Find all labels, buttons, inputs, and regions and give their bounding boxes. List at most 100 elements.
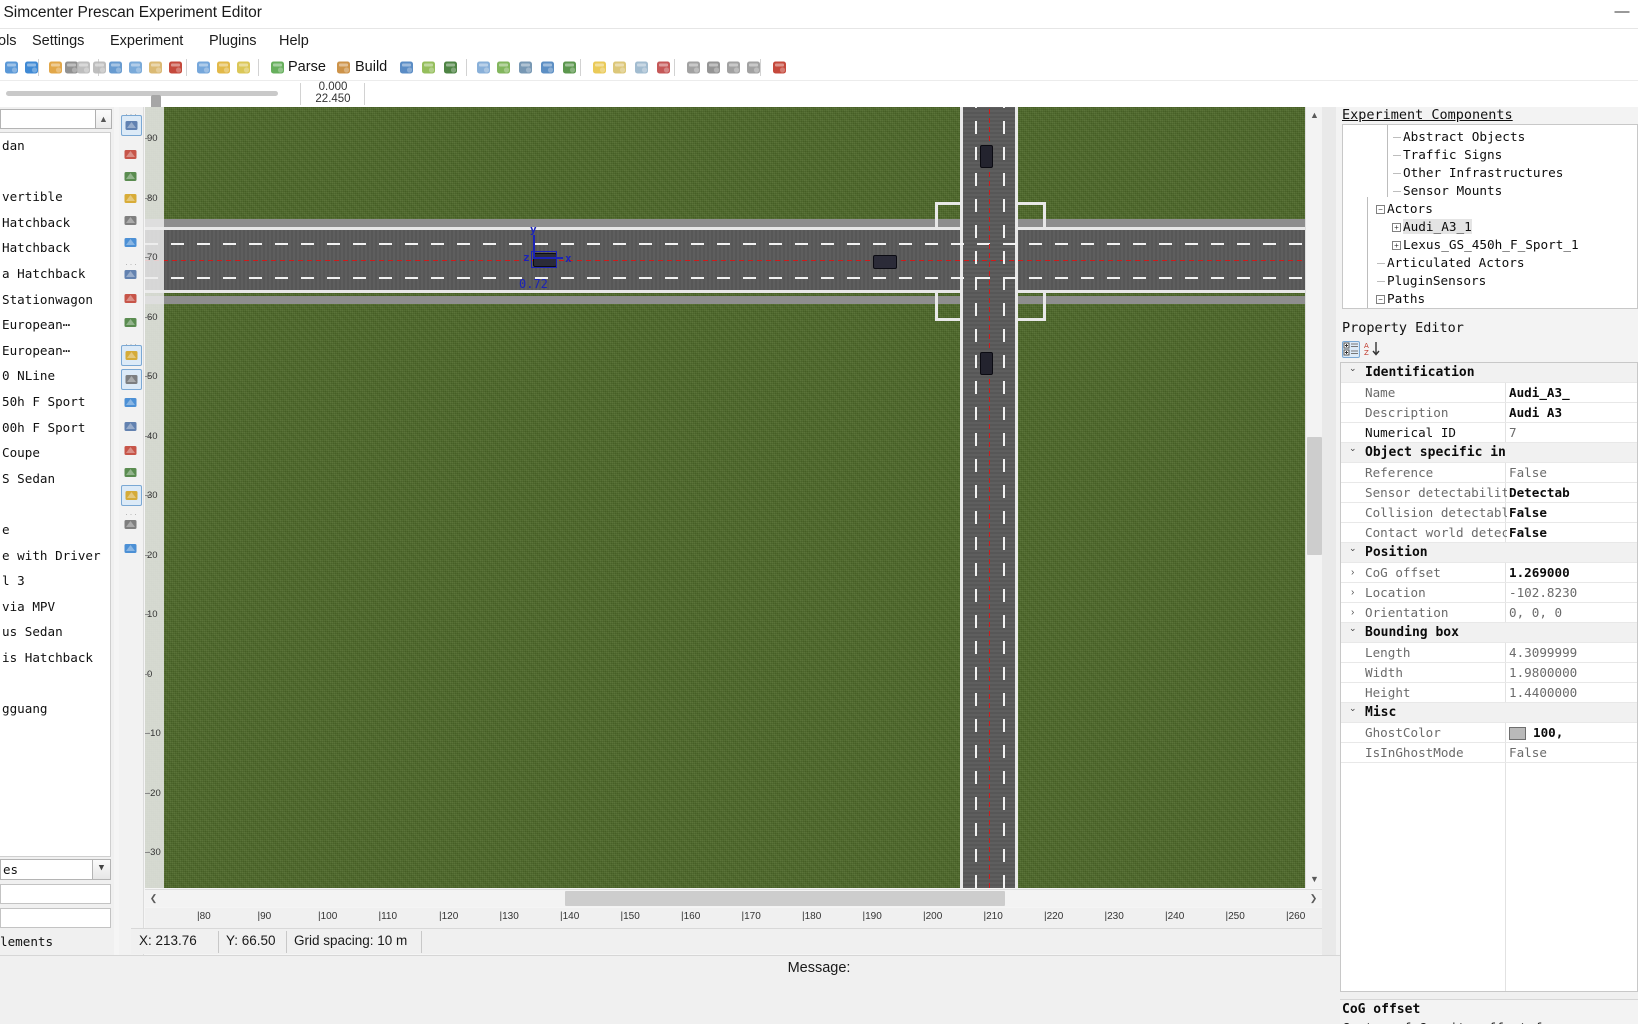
- library-scroll-up-button[interactable]: ▲: [95, 109, 112, 129]
- shield-icon[interactable]: [704, 58, 723, 77]
- property-value[interactable]: False: [1509, 505, 1637, 520]
- property-value[interactable]: -102.8230: [1509, 585, 1637, 600]
- menu-item-experiment[interactable]: Experiment: [106, 32, 187, 50]
- property-value[interactable]: False: [1509, 465, 1637, 480]
- vertical-scroll-thumb[interactable]: [1307, 437, 1322, 555]
- library-list-item[interactable]: a Hatchback: [0, 261, 110, 287]
- property-row[interactable]: Collision detectabl False: [1341, 503, 1637, 523]
- menu-item-help[interactable]: Help: [275, 32, 313, 50]
- delete-icon[interactable]: [166, 58, 185, 77]
- chevron-down-icon[interactable]: ⌄: [1349, 443, 1359, 453]
- tree-node-lexus-gs-450h-f-sport-1[interactable]: Lexus_GS_450h_F_Sport_1: [1403, 237, 1579, 252]
- viewport-horizontal-scrollbar[interactable]: ❮ ❯: [145, 889, 1322, 907]
- minimize-button[interactable]: —: [1610, 4, 1634, 24]
- paste-icon[interactable]: [146, 58, 165, 77]
- property-grid[interactable]: ⌄ Identification Name Audi_A3_ Description Au…: [1340, 362, 1638, 992]
- help-icon[interactable]: [22, 58, 41, 77]
- scroll-up-icon[interactable]: ▲: [1306, 107, 1323, 124]
- property-value[interactable]: 4.3099999: [1509, 645, 1637, 660]
- menu-item-plugins[interactable]: Plugins: [205, 32, 261, 50]
- library-search-input[interactable]: [0, 109, 96, 129]
- actor-marker-mid[interactable]: [980, 352, 993, 375]
- chevron-down-icon[interactable]: ⌄: [1349, 543, 1359, 553]
- build-hammer-icon[interactable]: [334, 58, 353, 77]
- library-list-item[interactable]: European⋯: [0, 312, 110, 338]
- property-value[interactable]: 7: [1509, 425, 1637, 440]
- radar-sensor-tool[interactable]: [121, 369, 142, 390]
- tree-node-other-infrastructures[interactable]: Other Infrastructures: [1403, 165, 1563, 180]
- path-draw-tool[interactable]: [121, 265, 142, 286]
- property-row[interactable]: Description Audi A3: [1341, 403, 1637, 423]
- tree-collapse-icon[interactable]: −: [1376, 205, 1385, 214]
- time-slider-track[interactable]: [6, 91, 278, 113]
- globe-dark-icon[interactable]: [441, 58, 460, 77]
- rain-cloud-icon[interactable]: [632, 58, 651, 77]
- library-extra-field-2[interactable]: [0, 908, 111, 928]
- library-list-item[interactable]: via MPV: [0, 594, 110, 620]
- road-curve-tool[interactable]: [121, 289, 142, 310]
- library-list-item[interactable]: [0, 491, 110, 517]
- library-list-item[interactable]: [0, 670, 110, 696]
- property-expand-icon[interactable]: ›: [1351, 608, 1354, 618]
- select-arrow-tool[interactable]: [121, 115, 142, 136]
- property-value[interactable]: Audi A3: [1509, 405, 1637, 420]
- right-panel-divider[interactable]: [1322, 107, 1336, 955]
- tree-node-audi-a3-1[interactable]: Audi_A3_1: [1403, 219, 1472, 234]
- categorized-view-button[interactable]: [1342, 341, 1360, 358]
- property-value[interactable]: 1.9800000: [1509, 665, 1637, 680]
- viewport-vertical-scrollbar[interactable]: ▲ ▼: [1305, 107, 1323, 888]
- library-list-item[interactable]: [0, 159, 110, 185]
- property-row[interactable]: Numerical ID 7: [1341, 423, 1637, 443]
- truck-icon[interactable]: [724, 58, 743, 77]
- tree-node-abstract-objects[interactable]: Abstract Objects: [1403, 129, 1525, 144]
- library-list-item[interactable]: is Hatchback: [0, 645, 110, 671]
- grid-icon[interactable]: [744, 58, 763, 77]
- scroll-right-icon[interactable]: ❯: [1305, 890, 1322, 907]
- pan-tool[interactable]: [121, 233, 142, 254]
- order-numbering-tool[interactable]: [121, 515, 142, 536]
- compass-icon[interactable]: [538, 58, 557, 77]
- library-list-item[interactable]: Coupe: [0, 440, 110, 466]
- detector-tool[interactable]: [121, 417, 142, 438]
- library-list-item[interactable]: S Sedan: [0, 466, 110, 492]
- tree-node-articulated-actors[interactable]: Articulated Actors: [1387, 255, 1525, 270]
- filmstrip-icon[interactable]: [516, 58, 535, 77]
- library-list-item[interactable]: European⋯: [0, 338, 110, 364]
- connect-nodes-tool[interactable]: [121, 313, 142, 334]
- spheres-tool[interactable]: [121, 441, 142, 462]
- zoom-fit-tool[interactable]: [121, 211, 142, 232]
- property-category-row[interactable]: ⌄ Identification: [1341, 363, 1637, 383]
- select-region-icon[interactable]: [194, 58, 213, 77]
- new-document-icon[interactable]: [2, 58, 21, 77]
- property-row[interactable]: IsInGhostMode False: [1341, 743, 1637, 763]
- chevron-down-icon[interactable]: ▼: [92, 860, 110, 879]
- property-value[interactable]: Detectab: [1509, 485, 1637, 500]
- property-value[interactable]: 1.269000: [1509, 565, 1637, 580]
- chart-icon[interactable]: [654, 58, 673, 77]
- lidar-sensor-tool[interactable]: [121, 393, 142, 414]
- tree-expand-icon[interactable]: +: [1392, 223, 1401, 232]
- property-value[interactable]: 100,: [1533, 725, 1637, 740]
- property-value[interactable]: 1.4400000: [1509, 685, 1637, 700]
- property-row[interactable]: Width 1.9800000: [1341, 663, 1637, 683]
- tree-node-actors[interactable]: Actors: [1387, 201, 1433, 216]
- actor-marker-right[interactable]: [873, 255, 897, 269]
- alphabetical-sort-button[interactable]: A Z: [1364, 341, 1382, 358]
- copy-icon[interactable]: [126, 58, 145, 77]
- property-value[interactable]: False: [1509, 525, 1637, 540]
- library-list-item[interactable]: 0 NLine: [0, 363, 110, 389]
- library-list-item[interactable]: 00h F Sport: [0, 415, 110, 441]
- tree-node-traffic-signs[interactable]: Traffic Signs: [1403, 147, 1502, 162]
- property-row[interactable]: Length 4.3099999: [1341, 643, 1637, 663]
- ruler-pencil-icon[interactable]: [474, 58, 493, 77]
- library-list[interactable]: dan vertible Hatchback Hatchback a Hatchba…: [0, 132, 111, 857]
- zoom-in-tool[interactable]: [121, 167, 142, 188]
- property-expand-icon[interactable]: ›: [1351, 568, 1354, 578]
- paint-tools-icon[interactable]: [494, 58, 513, 77]
- property-value[interactable]: 0, 0, 0: [1509, 605, 1637, 620]
- library-list-item[interactable]: Hatchback: [0, 235, 110, 261]
- property-category-row[interactable]: ⌄ Position: [1341, 543, 1637, 563]
- library-list-item[interactable]: l 3: [0, 568, 110, 594]
- pencil-icon[interactable]: [234, 58, 253, 77]
- menu-item-ols[interactable]: ols: [0, 32, 21, 50]
